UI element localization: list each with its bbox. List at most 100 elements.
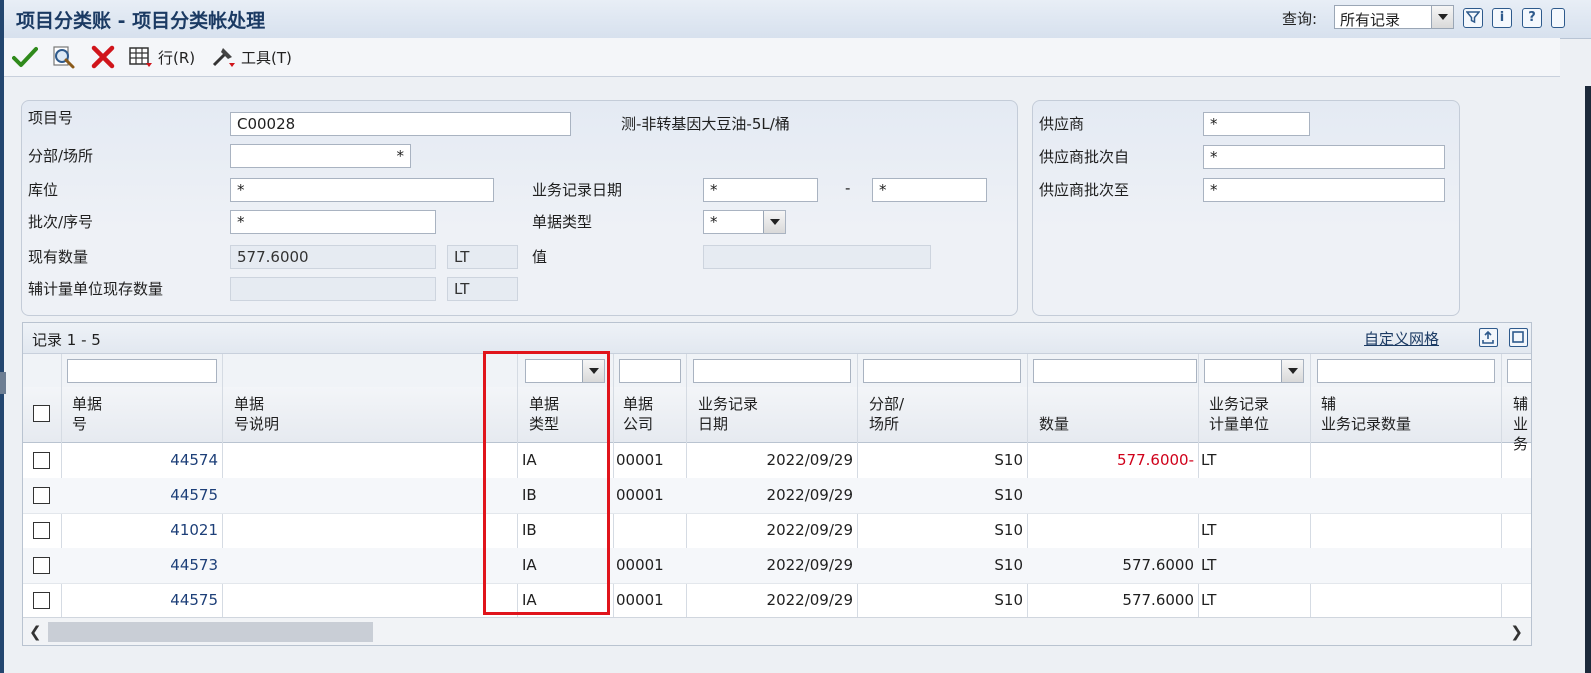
supplier-lot-to-input[interactable]: * <box>1203 178 1445 202</box>
row-menu-label: 行(R) <box>158 48 196 67</box>
filter-doc-type[interactable] <box>525 359 605 383</box>
col-trans-date[interactable]: 业务记录 日期 <box>698 394 758 434</box>
value-field <box>703 245 931 269</box>
window-edge-right <box>1585 86 1591 673</box>
table-row[interactable]: 41021 IB 2022/09/29 S10 LT <box>23 513 1531 549</box>
grid-filter-row <box>23 354 1531 388</box>
doc-no-link[interactable]: 44575 <box>63 591 218 609</box>
chevron-down-icon[interactable] <box>582 360 604 382</box>
col-secondary-qty[interactable]: 辅业务记录数量 <box>1321 394 1411 434</box>
filter-doc-no[interactable] <box>67 359 217 383</box>
chevron-down-icon[interactable] <box>1281 360 1303 382</box>
doc-no-link[interactable]: 44574 <box>63 451 218 469</box>
item-description: 测-非转基因大豆油-5L/桶 <box>621 115 790 133</box>
export-icon[interactable] <box>1479 328 1498 347</box>
doc-type-cell: IA <box>522 451 537 469</box>
query-select[interactable]: 所有记录 <box>1334 5 1454 29</box>
doc-no-link[interactable]: 44573 <box>63 556 218 574</box>
col-doc-type[interactable]: 单据 类型 <box>529 394 559 434</box>
filter-secondary-2[interactable] <box>1507 359 1531 383</box>
find-button[interactable] <box>50 42 76 72</box>
filter-icon[interactable] <box>1463 8 1483 28</box>
tools-menu[interactable]: 工具(T) <box>211 42 292 72</box>
personalize-icon[interactable] <box>1551 8 1565 28</box>
doc-type-cell: IB <box>522 521 537 539</box>
tools-icon <box>212 48 235 67</box>
header-form-panel: 项目号 C00028 测-非转基因大豆油-5L/桶 分部/场所 * 库位 * 批… <box>21 100 1018 316</box>
doc-co-cell: 00001 <box>616 451 664 469</box>
ledger-grid: 记录 1 - 5 自定义网格 单据号 单据 号说明 单据 类型 单据 公司 业务记录日… <box>22 322 1532 646</box>
table-row[interactable]: 44574 IA 00001 2022/09/29 S10 577.6000- … <box>23 443 1531 479</box>
supplier-input[interactable]: * <box>1203 112 1310 136</box>
filter-uom[interactable] <box>1204 359 1304 383</box>
uom-cell: LT <box>1201 451 1217 469</box>
branch-cell: S10 <box>994 591 1023 609</box>
col-uom[interactable]: 业务记录 计量单位 <box>1209 394 1269 434</box>
scroll-right-icon[interactable]: ❯ <box>1510 623 1523 641</box>
table-row[interactable]: 44575 IA 00001 2022/09/29 S10 577.6000 L… <box>23 583 1531 619</box>
col-doc-desc[interactable]: 单据 号说明 <box>234 394 279 434</box>
trans-date-to-input[interactable]: * <box>872 178 987 202</box>
filter-doc-co[interactable] <box>619 359 681 383</box>
doc-type-select-value: * <box>710 213 718 231</box>
lot-serial-input[interactable]: * <box>230 210 436 234</box>
filter-branch[interactable] <box>863 359 1021 383</box>
location-input[interactable]: * <box>230 178 494 202</box>
doc-type-label: 单据类型 <box>532 213 593 231</box>
item-number-label: 项目号 <box>28 109 74 127</box>
uom-cell: LT <box>1201 556 1217 574</box>
col-qty[interactable]: 数量 <box>1039 414 1069 434</box>
doc-no-link[interactable]: 44575 <box>63 486 218 504</box>
select-all-checkbox[interactable] <box>33 405 50 422</box>
doc-type-select[interactable]: * <box>703 210 786 234</box>
branch-cell: S10 <box>994 486 1023 504</box>
filter-secondary-qty[interactable] <box>1317 359 1495 383</box>
window-edge-marker <box>0 372 6 394</box>
doc-type-cell: IA <box>522 556 537 574</box>
value-label: 值 <box>532 248 548 266</box>
customize-grid-link[interactable]: 自定义网格 <box>1364 328 1439 349</box>
filter-qty[interactable] <box>1033 359 1197 383</box>
horizontal-scrollbar[interactable]: ❮ ❯ <box>23 617 1531 645</box>
branch-cell: S10 <box>994 451 1023 469</box>
location-label: 库位 <box>28 181 59 199</box>
row-menu[interactable]: 行(R) <box>128 42 195 72</box>
row-checkbox[interactable] <box>33 557 50 574</box>
chevron-down-icon[interactable] <box>763 211 785 233</box>
scrollbar-thumb[interactable] <box>48 622 373 642</box>
trans-date-cell: 2022/09/29 <box>766 521 853 539</box>
grid-header-bar: 记录 1 - 5 自定义网格 <box>23 323 1531 354</box>
supplier-lot-from-input[interactable]: * <box>1203 145 1445 169</box>
item-number-input[interactable]: C00028 <box>230 112 571 136</box>
branch-cell: S10 <box>994 556 1023 574</box>
supplier-lot-from-label: 供应商批次自 <box>1039 148 1130 166</box>
doc-no-link[interactable]: 41021 <box>63 521 218 539</box>
secondary-on-hand-label: 辅计量单位现存数量 <box>28 280 164 298</box>
row-checkbox[interactable] <box>33 487 50 504</box>
record-count: 记录 1 - 5 <box>32 331 101 349</box>
row-checkbox[interactable] <box>33 592 50 609</box>
maximize-grid-icon[interactable] <box>1509 328 1528 347</box>
row-checkbox[interactable] <box>33 452 50 469</box>
trans-date-from-input[interactable]: * <box>703 178 818 202</box>
branch-plant-label: 分部/场所 <box>28 147 94 165</box>
scroll-left-icon[interactable]: ❮ <box>29 623 42 641</box>
help-icon[interactable]: ? <box>1522 8 1542 28</box>
grid-rows-icon <box>129 47 152 67</box>
table-row[interactable]: 44575 IB 00001 2022/09/29 S10 <box>23 478 1531 514</box>
info-icon[interactable]: i <box>1492 8 1512 28</box>
chevron-down-icon[interactable] <box>1431 6 1453 28</box>
filter-trans-date[interactable] <box>693 359 851 383</box>
branch-plant-input[interactable]: * <box>230 144 411 168</box>
doc-co-cell: 00001 <box>616 556 664 574</box>
col-branch[interactable]: 分部/场所 <box>869 394 904 434</box>
row-checkbox[interactable] <box>33 522 50 539</box>
ok-button[interactable] <box>12 42 38 72</box>
close-button[interactable] <box>91 42 115 72</box>
title-bar: 项目分类账 - 项目分类帐处理 查询: 所有记录 i ? <box>4 0 1591 39</box>
col-doc-co[interactable]: 单据 公司 <box>623 394 653 434</box>
table-row[interactable]: 44573 IA 00001 2022/09/29 S10 577.6000 L… <box>23 548 1531 584</box>
on-hand-value: 577.6000 <box>230 245 436 269</box>
col-doc-no[interactable]: 单据号 <box>72 394 102 434</box>
on-hand-uom: LT <box>447 245 518 269</box>
